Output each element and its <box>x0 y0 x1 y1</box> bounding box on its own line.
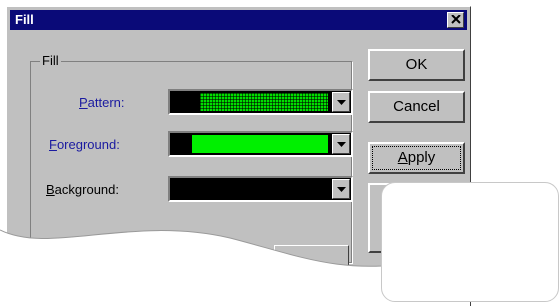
callout-box <box>381 182 559 302</box>
